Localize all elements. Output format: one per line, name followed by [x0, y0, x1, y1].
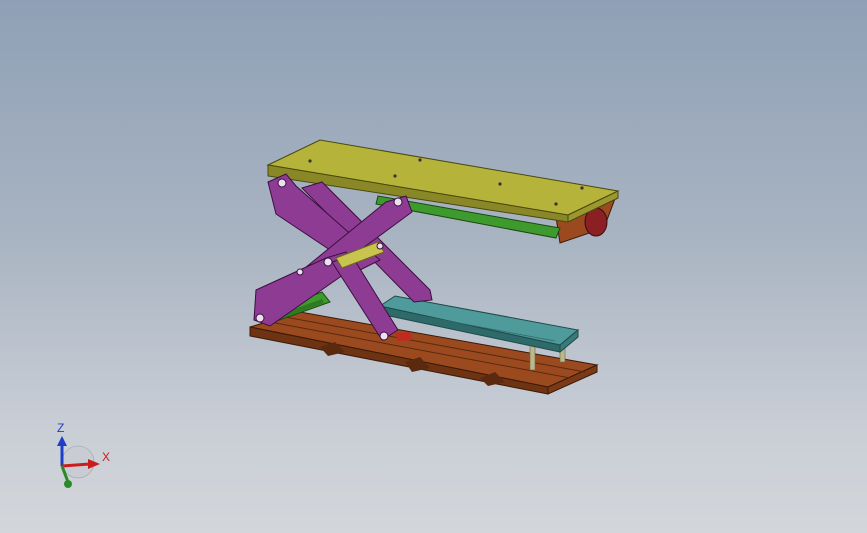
z-axis-label: Z: [57, 421, 64, 435]
coordinate-triad[interactable]: Z X: [40, 410, 130, 500]
cad-viewport[interactable]: Z X: [0, 0, 867, 533]
scissor-lift-model[interactable]: [0, 0, 867, 533]
x-axis-label: X: [102, 450, 110, 464]
axis-triad-icon: Z X: [57, 421, 110, 488]
